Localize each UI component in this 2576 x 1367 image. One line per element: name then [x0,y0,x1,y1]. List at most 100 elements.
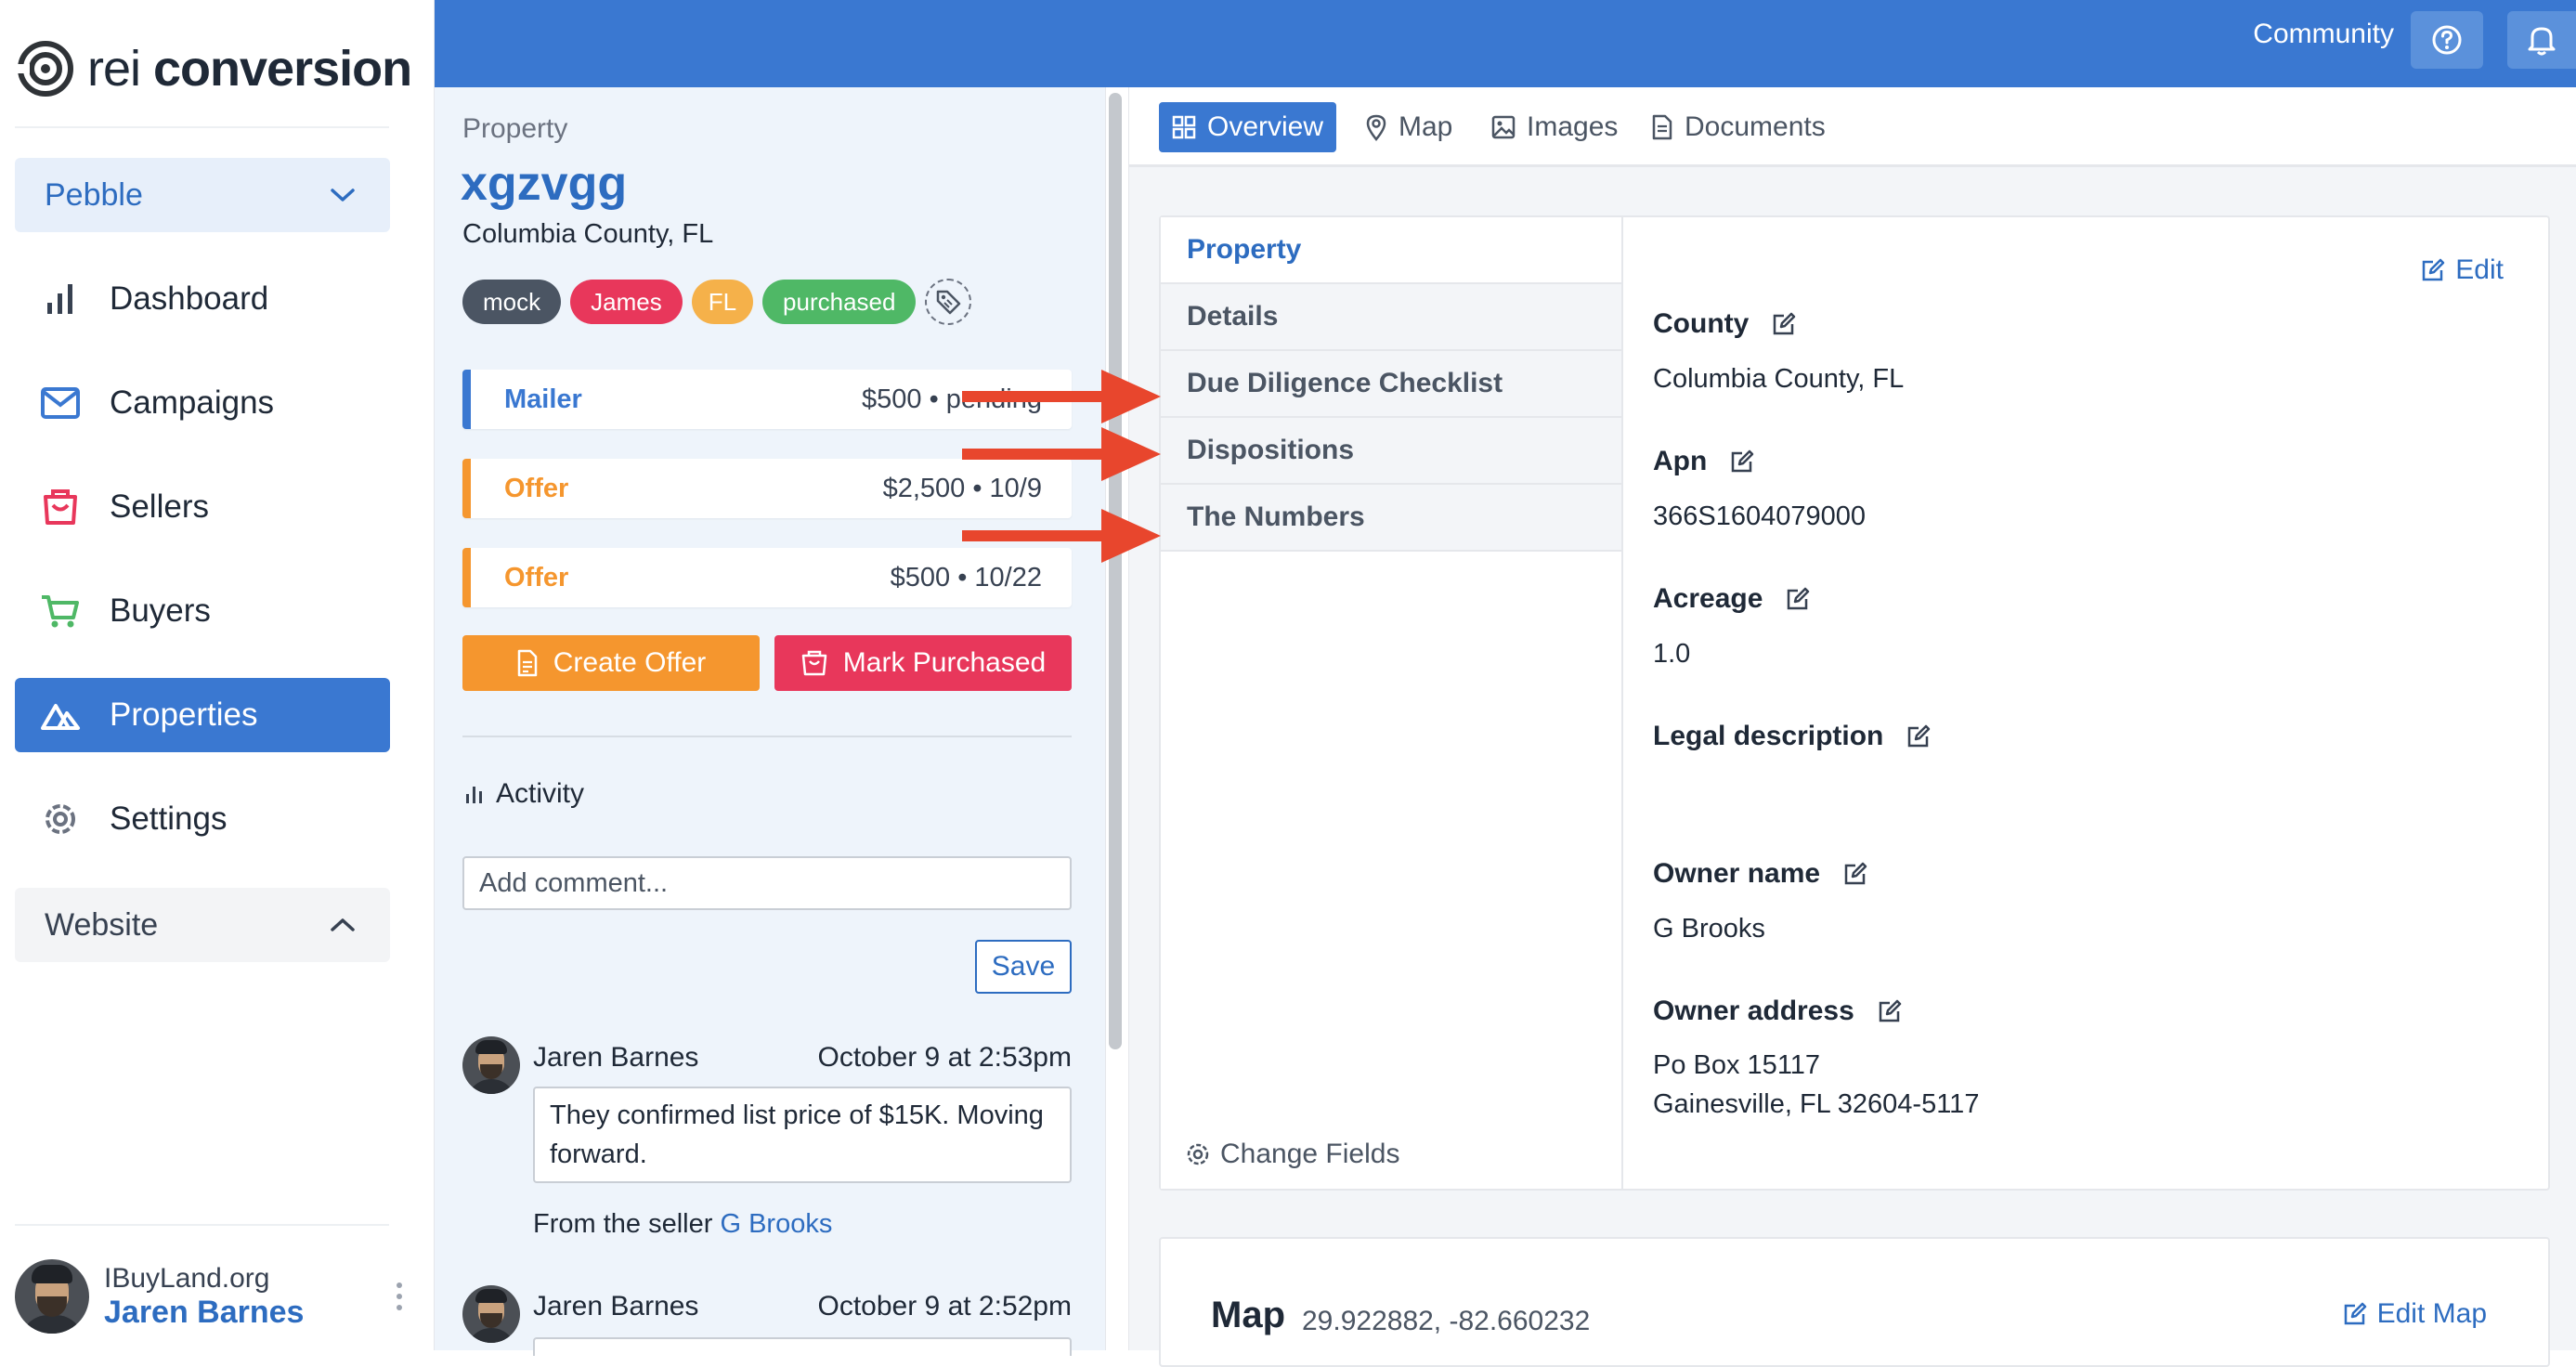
notifications-button[interactable] [2507,11,2576,69]
sidebar-item-label: Buyers [110,592,211,629]
sidebar-item-properties[interactable]: Properties [15,678,390,752]
sidebar-item-buyers[interactable]: Buyers [15,574,390,648]
comment-time: October 9 at 2:53pm [817,1042,1073,1073]
bar-chart-icon [39,278,82,320]
website-label: Website [45,906,159,943]
edit-icon[interactable] [1729,449,1755,475]
section-tab-the-numbers[interactable]: The Numbers [1161,485,1621,552]
tab-overview[interactable]: Overview [1159,102,1337,152]
avatar [462,1036,520,1094]
tag-icon [934,288,962,316]
avatar [15,1259,89,1334]
field-value-acreage: 1.0 [1653,639,1691,669]
logo-mark-icon [17,40,74,98]
tag-list: mock James FL purchased [462,279,972,325]
section-tab-details[interactable]: Details [1161,284,1621,351]
gear-icon [1185,1141,1211,1167]
map-coordinates: 29.922882, -82.660232 [1302,1306,1591,1336]
edit-map-label: Edit Map [2376,1298,2487,1329]
activity-icon [464,783,483,805]
edit-icon[interactable] [1842,861,1868,887]
seller-link[interactable]: G Brooks [720,1209,832,1239]
edit-map-button[interactable]: Edit Map [2342,1298,2487,1330]
more-vertical-icon[interactable] [394,1280,405,1313]
property-name: xgzvgg [461,157,628,211]
map-title: Map [1211,1295,1285,1335]
edit-property-button[interactable]: Edit [2420,254,2504,286]
field-label-owner-address: Owner address [1653,996,1903,1027]
edit-icon[interactable] [1906,723,1932,749]
create-offer-label: Create Offer [553,647,707,678]
scrollbar-thumb[interactable] [1109,93,1122,1049]
section-tab-due-diligence[interactable]: Due Diligence Checklist [1161,351,1621,418]
edit-icon[interactable] [1785,586,1811,612]
community-link[interactable]: Community [2253,19,2394,50]
edit-icon [2342,1301,2368,1327]
edit-icon[interactable] [1877,998,1903,1024]
event-type: Mailer [504,384,582,414]
add-tag-button[interactable] [925,279,972,325]
edit-label: Edit [2455,254,2504,285]
comment-author: Jaren Barnes [533,1291,699,1321]
field-value-owner-name: G Brooks [1653,914,1765,944]
tag-purchased[interactable]: purchased [762,280,917,324]
user-menu[interactable]: IBuyLand.org Jaren Barnes [15,1256,405,1337]
comment-text: They confirmed list price of $15K. Movin… [533,1087,1072,1183]
tab-label: Overview [1207,111,1324,142]
save-comment-button[interactable]: Save [975,940,1072,994]
shopping-bag-icon [39,486,82,528]
mountain-icon [39,694,82,736]
edit-icon[interactable] [1771,311,1797,337]
section-tab-dispositions[interactable]: Dispositions [1161,418,1621,485]
field-label-apn: Apn [1653,446,1755,477]
change-fields-label: Change Fields [1220,1139,1400,1169]
field-label-owner-name: Owner name [1653,858,1868,890]
comment-text [533,1337,1072,1356]
workspace-dropdown[interactable]: Pebble [15,158,390,232]
activity-comment: Jaren Barnes October 9 at 2:53pm They co… [462,1036,1072,1241]
sidebar-item-label: Sellers [110,488,209,525]
edit-icon [2420,257,2446,283]
create-offer-button[interactable]: Create Offer [462,635,760,691]
section-tab-property[interactable]: Property [1161,217,1621,284]
tab-documents[interactable]: Documents [1638,102,1839,152]
image-icon [1491,115,1516,139]
section-divider [462,736,1072,737]
sidebar-divider [15,1224,389,1226]
comment-input[interactable] [462,856,1072,910]
tag-james[interactable]: James [570,280,683,324]
tab-images[interactable]: Images [1478,102,1631,152]
website-section-toggle[interactable]: Website [15,888,390,962]
mail-icon [39,382,82,424]
sidebar-item-sellers[interactable]: Sellers [15,470,390,544]
tag-mock[interactable]: mock [462,280,562,324]
tab-label: Documents [1685,111,1826,142]
property-label: Property [462,113,568,144]
mark-purchased-label: Mark Purchased [842,647,1047,678]
help-button[interactable] [2411,11,2483,69]
sidebar-item-label: Properties [110,697,258,733]
address-line-1: Po Box 15117 [1653,1050,1821,1080]
tag-fl[interactable]: FL [691,280,754,324]
brand-logo[interactable]: rei conversion [17,39,412,98]
change-fields-button[interactable]: Change Fields [1185,1139,1399,1170]
tab-label: Map [1399,111,1453,142]
workspace-label: Pebble [45,176,143,213]
user-name: Jaren Barnes [104,1294,305,1330]
annotation-arrow [962,427,1161,481]
shopping-bag-icon [800,649,828,677]
sidebar-item-label: Campaigns [110,384,275,421]
comment-time: October 9 at 2:52pm [817,1291,1073,1321]
field-label-county: County [1653,308,1797,340]
field-label-legal-description: Legal description [1653,721,1932,752]
tab-map[interactable]: Map [1352,102,1465,152]
sidebar-item-settings[interactable]: Settings [15,782,390,856]
map-pin-icon [1365,113,1387,141]
sidebar-item-label: Dashboard [110,280,269,317]
field-value-county: Columbia County, FL [1653,364,1905,394]
mark-purchased-button[interactable]: Mark Purchased [774,635,1072,691]
grid-icon [1172,115,1196,139]
comment-context: From the seller G Brooks [533,1209,833,1239]
sidebar-item-campaigns[interactable]: Campaigns [15,366,390,440]
sidebar-item-dashboard[interactable]: Dashboard [15,262,390,336]
